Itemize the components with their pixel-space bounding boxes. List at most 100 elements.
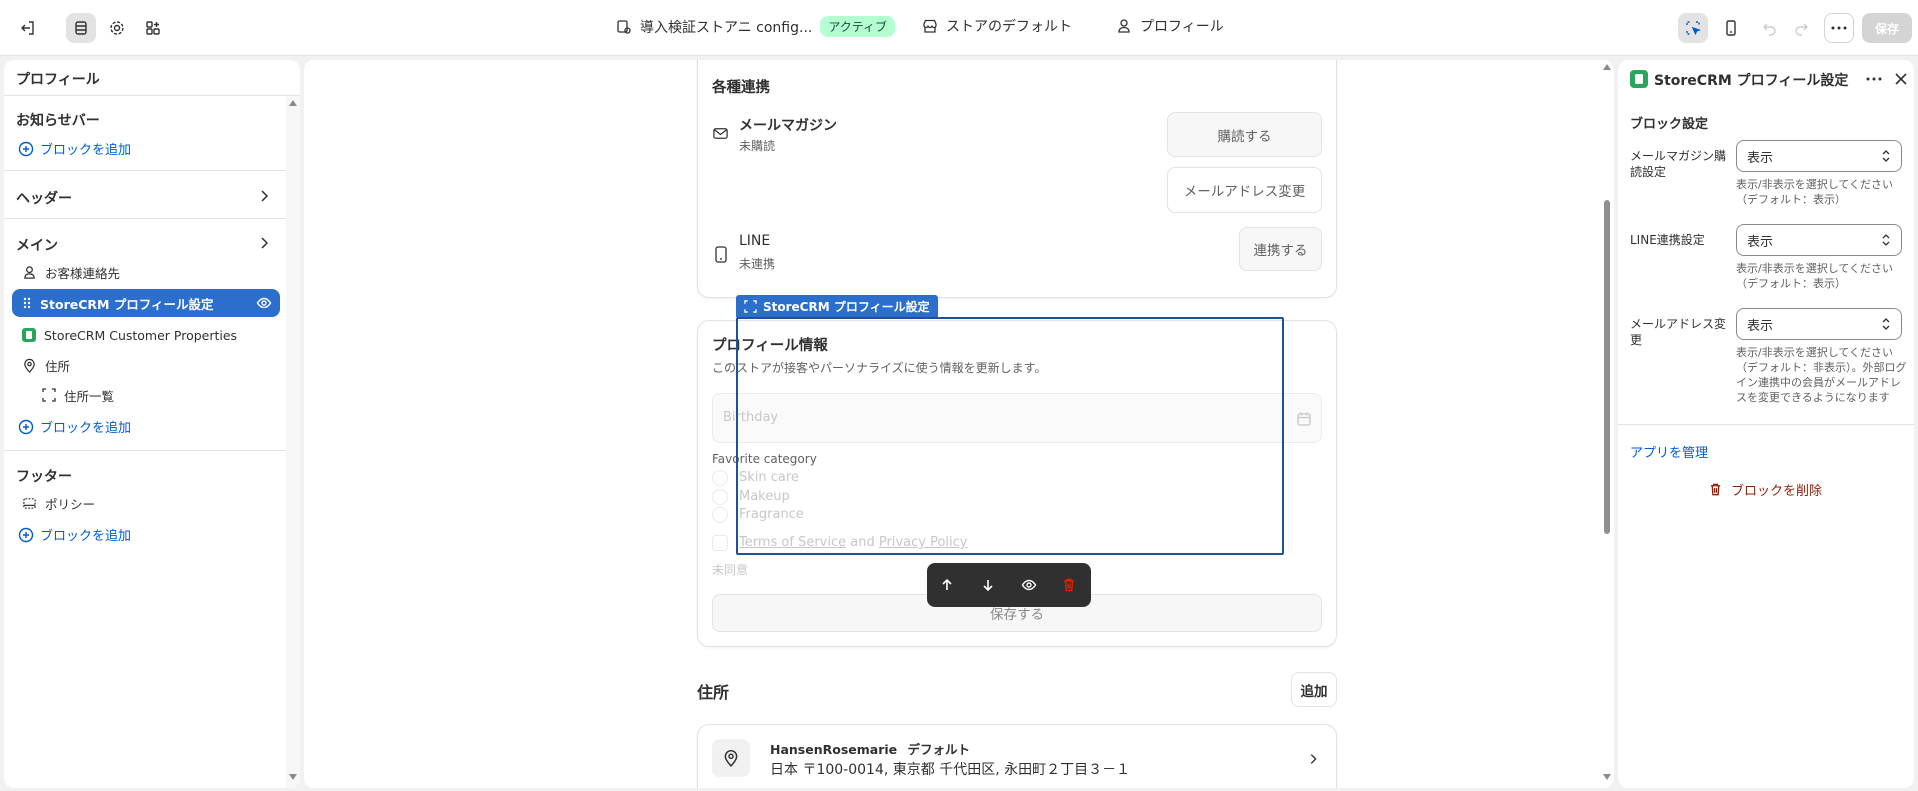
mobile-icon bbox=[715, 246, 727, 263]
sidebar-item-label: 住所 bbox=[45, 358, 71, 374]
add-block-footer[interactable]: ブロックを追加 bbox=[18, 525, 131, 544]
store-selector[interactable]: 導入検証ストアニ config... アクティブ bbox=[616, 16, 896, 37]
chevron-right-icon[interactable] bbox=[256, 188, 272, 204]
select-arrows-icon bbox=[1882, 318, 1890, 330]
sidebar-item-policy[interactable]: ポリシー bbox=[12, 489, 280, 517]
mail-title: メールマガジン bbox=[739, 118, 837, 134]
field-label: メールマガジン購読設定 bbox=[1630, 149, 1727, 179]
chevron-right-icon[interactable] bbox=[256, 235, 272, 251]
add-block-label: ブロックを追加 bbox=[40, 421, 132, 436]
option-radio[interactable] bbox=[712, 470, 728, 486]
address-title: 住所 bbox=[697, 683, 730, 702]
sidebar-item-contact[interactable]: お客様連絡先 bbox=[12, 258, 280, 286]
integrations-card: 各種連携 メールマガジン 未購読 購読する メールアドレス変更 LINE 未連携… bbox=[697, 60, 1337, 298]
connect-line-button[interactable]: 連携する bbox=[1239, 227, 1322, 271]
field-help: 表示/非表示を選択してください（デフォルト：表示） bbox=[1736, 178, 1894, 206]
close-icon[interactable] bbox=[1894, 72, 1908, 86]
gear-icon[interactable] bbox=[102, 13, 132, 43]
select-value: 表示 bbox=[1747, 318, 1774, 334]
email-change-setting-select[interactable]: 表示 bbox=[1736, 308, 1902, 340]
change-email-button[interactable]: メールアドレス変更 bbox=[1167, 167, 1322, 213]
section-header[interactable]: ヘッダー bbox=[16, 188, 72, 208]
chevron-right-icon[interactable] bbox=[1306, 752, 1320, 766]
consent-checkbox[interactable] bbox=[712, 535, 728, 551]
consent-status: 未同意 bbox=[712, 563, 749, 577]
mail-status: 未購読 bbox=[739, 139, 776, 153]
address-name-row: HansenRosemarie デフォルト bbox=[770, 739, 970, 758]
arrow-down-icon[interactable] bbox=[980, 577, 996, 593]
apps-icon[interactable] bbox=[138, 13, 168, 43]
section-announcement: お知らせバー bbox=[16, 113, 100, 129]
status-badge: アクティブ bbox=[820, 16, 896, 37]
mail-setting-select[interactable]: 表示 bbox=[1736, 140, 1902, 172]
section-footer: フッター bbox=[16, 469, 72, 485]
add-block-label: ブロックを追加 bbox=[40, 143, 132, 158]
option-radio[interactable] bbox=[712, 507, 728, 523]
canvas-scrollbar[interactable] bbox=[1600, 60, 1614, 788]
option-radio[interactable] bbox=[712, 489, 728, 505]
app-icon bbox=[1630, 70, 1648, 88]
delete-block-button[interactable]: ブロックを削除 bbox=[1708, 480, 1822, 499]
person-icon bbox=[24, 265, 35, 279]
inspector-icon[interactable] bbox=[1678, 13, 1708, 43]
address-card[interactable]: HansenRosemarie デフォルト 日本 〒100-0014, 東京都 … bbox=[697, 724, 1337, 788]
settings-panel: StoreCRM プロフィール設定 ブロック設定 メールマガジン購読設定 表示 … bbox=[1618, 60, 1914, 788]
save-button[interactable]: 保存 bbox=[1862, 13, 1912, 43]
line-title: LINE bbox=[739, 233, 771, 249]
divider bbox=[4, 170, 288, 171]
section-main[interactable]: メイン bbox=[16, 235, 58, 255]
sidebar-item-address-list[interactable]: 住所一覧 bbox=[12, 381, 280, 409]
sidebar-item-storecrm-profile[interactable]: StoreCRM プロフィール設定 bbox=[12, 289, 280, 317]
sections-icon[interactable] bbox=[66, 13, 96, 43]
page-selector[interactable]: プロフィール bbox=[1116, 16, 1224, 36]
field-label: メールアドレス変更 bbox=[1630, 317, 1727, 347]
drag-handle-icon[interactable] bbox=[22, 296, 32, 310]
divider bbox=[4, 218, 288, 219]
address-line: 日本 〒100-0014, 東京都 千代田区, 永田町２丁目３－１ bbox=[770, 762, 1131, 778]
block-icon bbox=[744, 299, 757, 313]
plus-circle-icon bbox=[18, 141, 34, 156]
mobile-preview-icon[interactable] bbox=[1716, 13, 1746, 43]
theme-selector[interactable]: ストアのデフォルト bbox=[922, 16, 1072, 36]
page-name: プロフィール bbox=[1140, 19, 1224, 35]
delete-block-label: ブロックを削除 bbox=[1731, 484, 1823, 499]
divider bbox=[1618, 424, 1914, 425]
eye-icon[interactable] bbox=[1021, 577, 1037, 593]
integrations-title: 各種連携 bbox=[712, 80, 770, 96]
arrow-up-icon[interactable] bbox=[939, 577, 955, 593]
sidebar-scrollbar[interactable] bbox=[286, 96, 300, 788]
default-tag: デフォルト bbox=[907, 742, 971, 757]
plus-circle-icon bbox=[18, 527, 34, 542]
plus-circle-icon bbox=[18, 419, 34, 434]
scrollbar-thumb[interactable] bbox=[1604, 200, 1610, 534]
undo-icon[interactable] bbox=[1755, 13, 1785, 43]
footer-icon bbox=[23, 497, 36, 509]
app-icon bbox=[22, 328, 36, 342]
line-setting-select[interactable]: 表示 bbox=[1736, 224, 1902, 256]
trash-icon[interactable] bbox=[1061, 577, 1077, 593]
preview-canvas: 各種連携 メールマガジン 未購読 購読する メールアドレス変更 LINE 未連携… bbox=[304, 60, 1614, 788]
manage-app-link[interactable]: アプリを管理 bbox=[1630, 442, 1708, 461]
eye-icon[interactable] bbox=[256, 295, 272, 311]
more-icon[interactable] bbox=[1866, 77, 1882, 81]
field-help: 表示/非表示を選択してください（デフォルト：非表示）。外部ログイン連携中の会員が… bbox=[1736, 346, 1907, 404]
address-name: HansenRosemarie bbox=[770, 742, 898, 757]
more-icon[interactable] bbox=[1824, 13, 1854, 43]
sidebar-item-address[interactable]: 住所 bbox=[12, 351, 280, 379]
add-block-main[interactable]: ブロックを追加 bbox=[18, 417, 131, 436]
subscribe-button[interactable]: 購読する bbox=[1167, 112, 1322, 157]
location-pin-icon bbox=[24, 358, 35, 373]
block-tag-label: StoreCRM プロフィール設定 bbox=[763, 299, 930, 314]
address-add-button[interactable]: 追加 bbox=[1291, 672, 1337, 707]
exit-icon[interactable] bbox=[13, 13, 43, 43]
add-block-announcement[interactable]: ブロックを追加 bbox=[18, 139, 131, 158]
calendar-icon[interactable] bbox=[1296, 411, 1312, 427]
field-label: LINE連携設定 bbox=[1630, 233, 1705, 247]
select-arrows-icon bbox=[1882, 234, 1890, 246]
select-arrows-icon bbox=[1882, 150, 1890, 162]
sidebar-item-customer-properties[interactable]: StoreCRM Customer Properties bbox=[12, 321, 280, 349]
select-value: 表示 bbox=[1747, 150, 1774, 166]
redo-icon[interactable] bbox=[1786, 13, 1816, 43]
trash-icon bbox=[1710, 483, 1721, 496]
theme-default-label: ストアのデフォルト bbox=[946, 19, 1072, 35]
